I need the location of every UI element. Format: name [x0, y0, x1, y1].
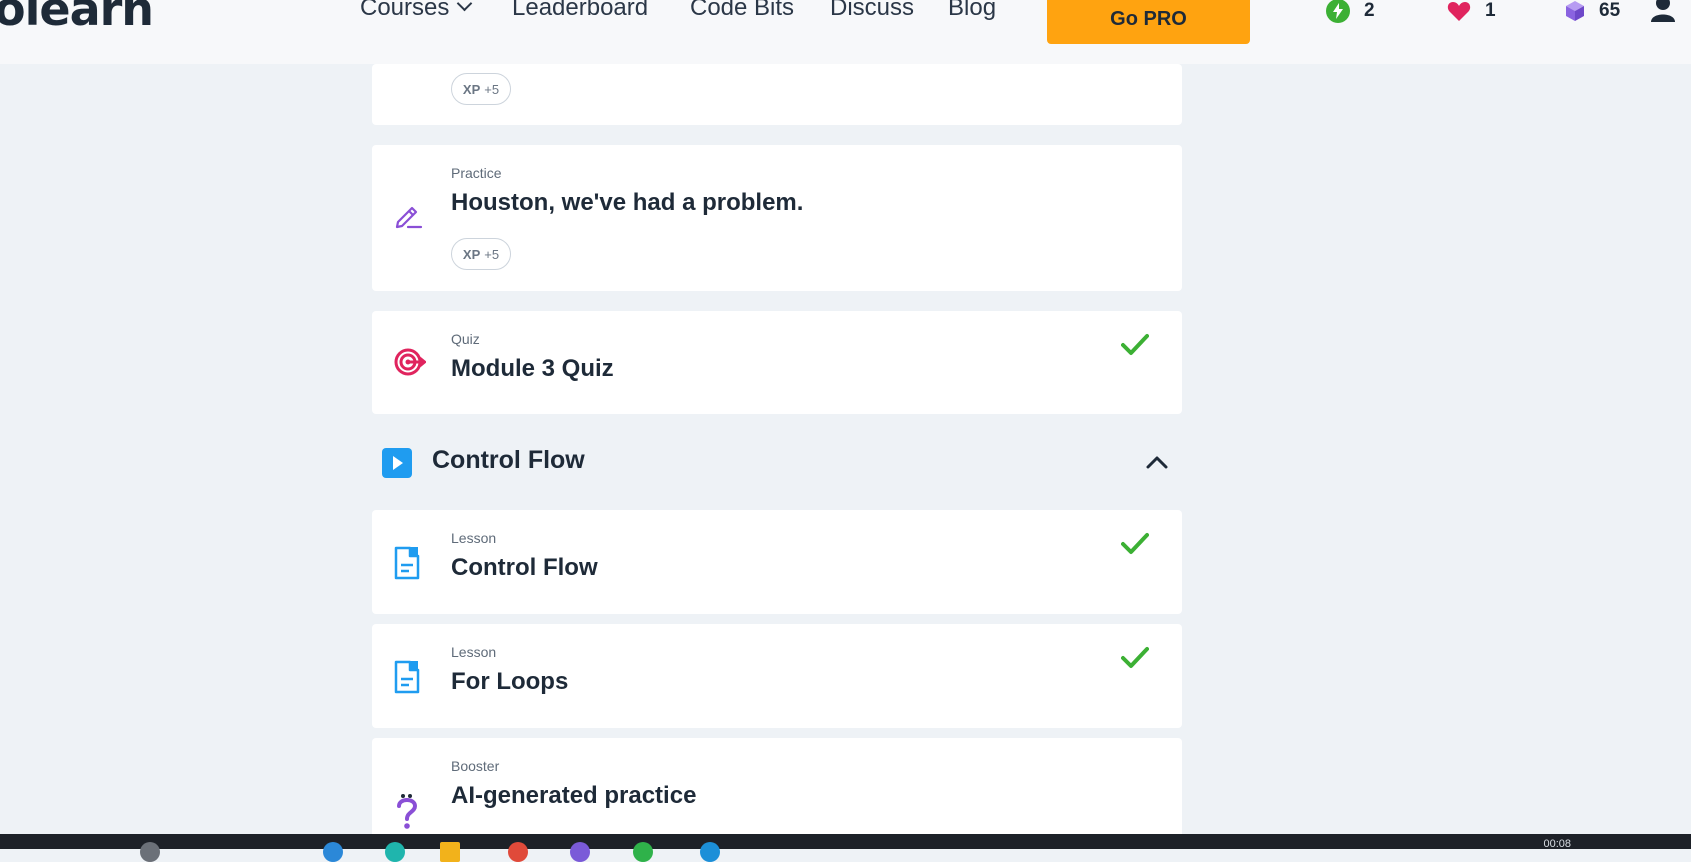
list-item[interactable]: Booster AI-generated practice: [372, 738, 1182, 834]
item-type: Practice: [451, 165, 502, 181]
list-item[interactable]: Lesson Control Flow: [372, 510, 1182, 614]
go-pro-button[interactable]: Go PRO: [1047, 0, 1250, 44]
item-type: Lesson: [451, 530, 497, 546]
top-navbar: olearn Courses Leaderboard Code Bits Dis…: [0, 0, 1691, 64]
question-icon: [397, 794, 418, 829]
xp-badge: XP +5: [451, 73, 511, 105]
checkmark-icon: [1121, 533, 1149, 554]
streak-counter[interactable]: 2: [1326, 0, 1375, 23]
item-title: Houston, we've had a problem.: [451, 189, 804, 216]
lesson-icon: [394, 660, 420, 694]
item-title: AI-generated practice: [451, 782, 697, 809]
xp-value: +5: [484, 246, 500, 262]
nav-discuss[interactable]: Discuss: [830, 0, 914, 22]
lightning-icon: [1326, 0, 1350, 23]
xp-badge: XP +5: [451, 238, 511, 270]
chevron-up-icon[interactable]: [1144, 452, 1170, 472]
nav-blog[interactable]: Blog: [948, 0, 996, 22]
checkmark-icon: [1121, 334, 1149, 355]
nav-code-bits[interactable]: Code Bits: [690, 0, 794, 22]
user-avatar-icon[interactable]: [1651, 0, 1675, 22]
nav-leaderboard[interactable]: Leaderboard: [512, 0, 648, 22]
gems-value: 65: [1599, 0, 1621, 21]
search-icon[interactable]: [140, 842, 160, 862]
lesson-icon: [394, 546, 420, 580]
heart-icon: [1447, 2, 1471, 21]
item-type: Quiz: [451, 331, 480, 347]
taskbar-app-icon[interactable]: [700, 842, 720, 862]
list-item[interactable]: Quiz Module 3 Quiz: [372, 311, 1182, 414]
xp-label: XP: [462, 81, 481, 97]
site-logo[interactable]: olearn: [0, 0, 154, 36]
item-type: Lesson: [451, 644, 497, 660]
list-item[interactable]: XP +5: [372, 64, 1182, 125]
xp-value: +5: [484, 81, 500, 97]
nav-courses-label: Courses: [360, 0, 450, 21]
item-type: Booster: [451, 758, 500, 774]
section-header-control-flow[interactable]: Control Flow: [372, 438, 1182, 486]
hearts-value: 1: [1485, 0, 1496, 21]
item-title: Module 3 Quiz: [451, 355, 614, 382]
xp-label: XP: [462, 246, 481, 262]
taskbar-app-icon[interactable]: [633, 842, 653, 862]
taskbar-clock[interactable]: 00:08: [1543, 838, 1571, 850]
hearts-counter[interactable]: 1: [1447, 0, 1496, 22]
taskbar-app-icon[interactable]: [323, 842, 343, 862]
taskbar-app-icon[interactable]: [440, 842, 460, 862]
section-title: Control Flow: [432, 446, 585, 474]
checkmark-icon: [1121, 647, 1149, 668]
taskbar-app-icon[interactable]: [508, 842, 528, 862]
os-taskbar: 00:08: [0, 834, 1691, 862]
nav-courses[interactable]: Courses: [360, 0, 473, 22]
item-title: Control Flow: [451, 554, 598, 581]
target-icon: [394, 348, 426, 376]
item-title: For Loops: [451, 668, 569, 695]
pencil-icon: [395, 206, 423, 229]
play-icon: [382, 448, 412, 478]
chevron-down-icon: [457, 0, 473, 12]
taskbar-app-icon[interactable]: [570, 842, 590, 862]
streak-value: 2: [1364, 0, 1375, 21]
list-item[interactable]: Lesson For Loops: [372, 624, 1182, 728]
taskbar-app-icon[interactable]: [385, 842, 405, 862]
gem-cube-icon: [1566, 1, 1584, 21]
list-item[interactable]: Practice Houston, we've had a problem. X…: [372, 145, 1182, 291]
gems-counter[interactable]: 65: [1565, 0, 1620, 22]
